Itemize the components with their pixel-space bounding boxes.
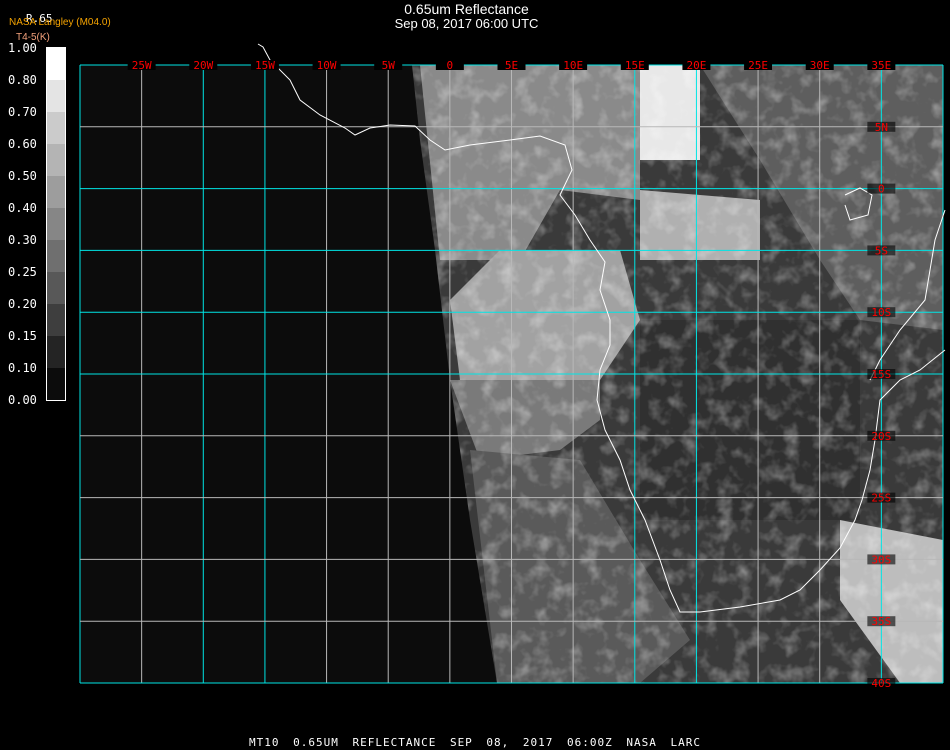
longitude-label: 10E: [563, 59, 583, 72]
latitude-label: 15S: [871, 368, 891, 381]
latitude-label: 25S: [871, 492, 891, 505]
satellite-map: 25W 20W 15W 10W 5W 0 5E 10E 15E 20E 25E 30E 35E 5N 0 5S…: [79, 43, 946, 690]
latitude-label: 35S: [871, 615, 891, 628]
latitude-label: 30S: [871, 553, 891, 566]
colorbar-label: 0.40: [8, 201, 37, 215]
colorbar-label: 0.30: [8, 233, 37, 247]
colorbar-band: [47, 336, 65, 368]
colorbar-band: [47, 48, 65, 80]
colorbar-band: [47, 368, 65, 400]
image-datetime: Sep 08, 2017 06:00 UTC: [394, 16, 539, 31]
colorbar-band: [47, 208, 65, 240]
colorbar-band: [47, 144, 65, 176]
colorbar-label: 0.60: [8, 137, 37, 151]
longitude-label: 25E: [748, 59, 768, 72]
longitude-label: 35E: [871, 59, 891, 72]
colorbar-label: 0.15: [8, 329, 37, 343]
longitude-label: 5W: [382, 59, 396, 72]
longitude-label: 10W: [317, 59, 337, 72]
colorbar-label: 0.25: [8, 265, 37, 279]
colorbar-band: [47, 304, 65, 336]
colorbar-band: [47, 240, 65, 272]
colorbar-label: 0.50: [8, 169, 37, 183]
longitude-label: 25W: [132, 59, 152, 72]
organization-label: NASA Langley (M04.0): [9, 17, 111, 28]
latitude-label: 5S: [875, 244, 888, 257]
longitude-label: 5E: [505, 59, 518, 72]
colorbar-band: [47, 112, 65, 144]
longitude-label: 15E: [625, 59, 645, 72]
latitude-label: 5N: [875, 121, 888, 134]
colorbar-label: 1.00: [8, 41, 37, 55]
latitude-label: 10S: [871, 306, 891, 319]
colorbar-band: [47, 272, 65, 304]
latitude-label: 0: [878, 183, 885, 196]
colorbar-label: 0.80: [8, 73, 37, 87]
colorbar-band: [47, 176, 65, 208]
longitude-label: 0: [447, 59, 454, 72]
colorbar-label: 0.20: [8, 297, 37, 311]
colorbar-label: 0.10: [8, 361, 37, 375]
colorbar-band: [47, 80, 65, 112]
colorbar: [46, 47, 66, 401]
colorbar-label: 0.00: [8, 393, 37, 407]
colorbar-label: 0.70: [8, 105, 37, 119]
latitude-label: 40S: [871, 677, 891, 690]
longitude-label: 15W: [255, 59, 275, 72]
image-title: 0.65um Reflectance: [404, 1, 529, 17]
longitude-label: 20E: [686, 59, 706, 72]
longitude-label: 30E: [810, 59, 830, 72]
longitude-label: 20W: [193, 59, 213, 72]
latitude-label: 20S: [871, 430, 891, 443]
footer-caption: MT10 0.65UM REFLECTANCE SEP 08, 2017 06:…: [249, 736, 701, 749]
